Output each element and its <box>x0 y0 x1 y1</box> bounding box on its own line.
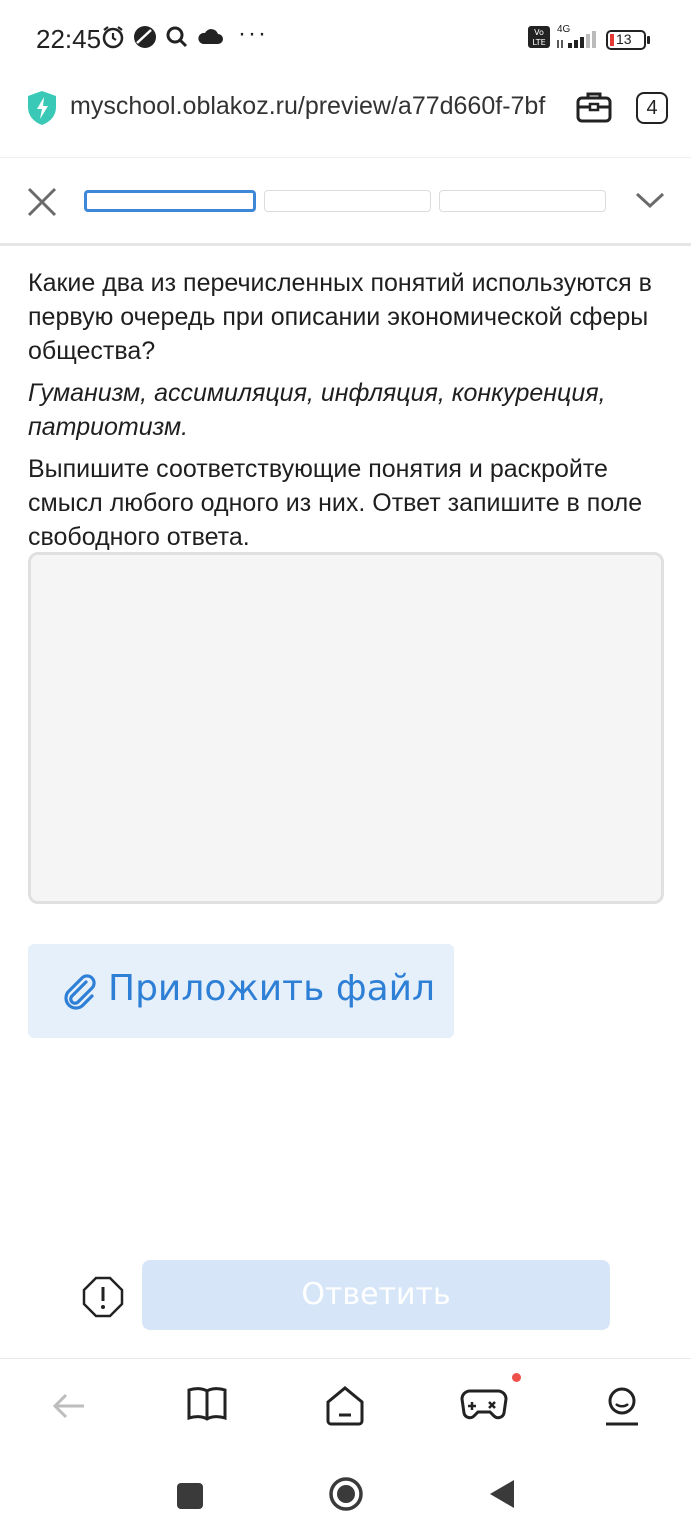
url-text[interactable]: myschool.oblakoz.ru/preview/a77d660f-7bf <box>70 92 560 121</box>
profile-icon[interactable] <box>602 1385 642 1432</box>
question-block: Какие два из перечисленных понятий испол… <box>28 266 668 554</box>
svg-text:Vo: Vo <box>534 28 544 37</box>
home-icon[interactable] <box>324 1385 366 1432</box>
cloud-icon <box>196 24 224 55</box>
submit-answer-button[interactable]: Ответить <box>142 1260 610 1330</box>
back-arrow-icon[interactable] <box>52 1391 86 1426</box>
battery-icon: 13 <box>606 30 650 50</box>
secure-shield-icon[interactable] <box>26 90 58 131</box>
browser-address-bar: myschool.oblakoz.ru/preview/a77d660f-7bf… <box>0 78 691 158</box>
alarm-icon <box>100 24 126 55</box>
battery-level: 13 <box>616 31 632 47</box>
free-answer-field[interactable] <box>28 552 664 904</box>
gamepad-icon[interactable] <box>460 1385 508 1430</box>
status-time: 22:45 <box>36 24 102 54</box>
chevron-down-icon[interactable] <box>634 190 666 215</box>
bottom-navigation <box>0 1358 691 1458</box>
question-instructions: Выпишите соответствующие понятия и раскр… <box>28 455 643 551</box>
question-terms: Гуманизм, ассимиляция, инфляция, конкуре… <box>28 379 606 441</box>
attach-file-label: Приложить файл <box>108 968 436 1009</box>
book-icon[interactable] <box>186 1385 228 1428</box>
svg-text:LTE: LTE <box>532 38 545 47</box>
signal-icon <box>556 30 600 55</box>
progress-segment-3[interactable] <box>439 190 606 212</box>
progress-segment-2[interactable] <box>264 190 431 212</box>
toolbox-icon[interactable] <box>576 90 612 129</box>
report-issue-icon[interactable] <box>82 1276 124 1323</box>
question-text: Какие два из перечисленных понятий испол… <box>28 269 652 365</box>
recents-square-icon[interactable] <box>176 1482 204 1515</box>
home-circle-icon[interactable] <box>328 1476 364 1517</box>
notification-dot <box>512 1373 521 1382</box>
search-icon <box>164 24 190 55</box>
paperclip-icon <box>58 970 98 1015</box>
quiz-header <box>0 158 691 246</box>
system-navigation-bar <box>0 1458 691 1536</box>
attach-file-button[interactable]: Приложить файл <box>28 944 454 1038</box>
dnd-icon <box>132 24 158 55</box>
tabs-count-button[interactable]: 4 <box>636 92 668 124</box>
more-notifications-icon: ··· <box>238 20 268 47</box>
progress-segment-1[interactable] <box>84 190 256 212</box>
back-triangle-icon[interactable] <box>488 1478 516 1515</box>
volte-icon: Vo LTE <box>528 26 550 53</box>
close-icon[interactable] <box>26 186 58 223</box>
status-bar: 22:45 ··· Vo LTE 4G 13 <box>0 0 691 78</box>
